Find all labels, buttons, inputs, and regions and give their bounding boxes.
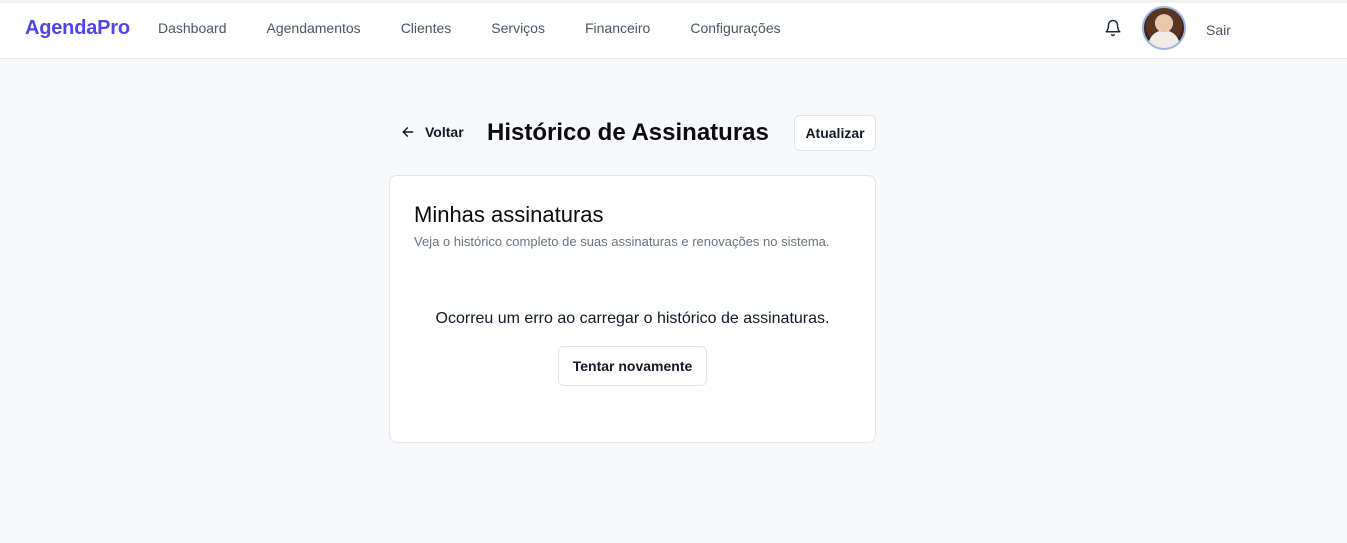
nav-item-configuracoes[interactable]: Configurações: [690, 20, 780, 36]
nav-item-clientes[interactable]: Clientes: [401, 20, 452, 36]
card-description: Veja o histórico completo de suas assina…: [414, 234, 830, 249]
top-navbar: AgendaPro Dashboard Agendamentos Cliente…: [0, 0, 1347, 59]
page-title: Histórico de Assinaturas: [487, 119, 769, 146]
back-button[interactable]: Voltar: [401, 124, 464, 140]
nav-item-servicos[interactable]: Serviços: [491, 20, 545, 36]
card-title: Minhas assinaturas: [414, 202, 604, 227]
avatar[interactable]: [1142, 6, 1186, 50]
brand-logo[interactable]: AgendaPro: [25, 17, 130, 40]
refresh-button[interactable]: Atualizar: [794, 115, 876, 151]
main-nav: Dashboard Agendamentos Clientes Serviços…: [158, 20, 821, 36]
bell-icon[interactable]: [1104, 19, 1122, 37]
logout-link[interactable]: Sair: [1206, 22, 1231, 38]
back-label: Voltar: [425, 124, 464, 140]
error-message: Ocorreu um erro ao carregar o histórico …: [435, 310, 830, 327]
page-header: Voltar Histórico de Assinaturas Atualiza…: [389, 115, 876, 151]
retry-button[interactable]: Tentar novamente: [558, 346, 707, 386]
arrow-left-icon: [402, 127, 414, 137]
subscriptions-card: Minhas assinaturas Veja o histórico comp…: [389, 175, 876, 443]
nav-item-agendamentos[interactable]: Agendamentos: [267, 20, 361, 36]
nav-item-financeiro[interactable]: Financeiro: [585, 20, 650, 36]
nav-item-dashboard[interactable]: Dashboard: [158, 20, 227, 36]
